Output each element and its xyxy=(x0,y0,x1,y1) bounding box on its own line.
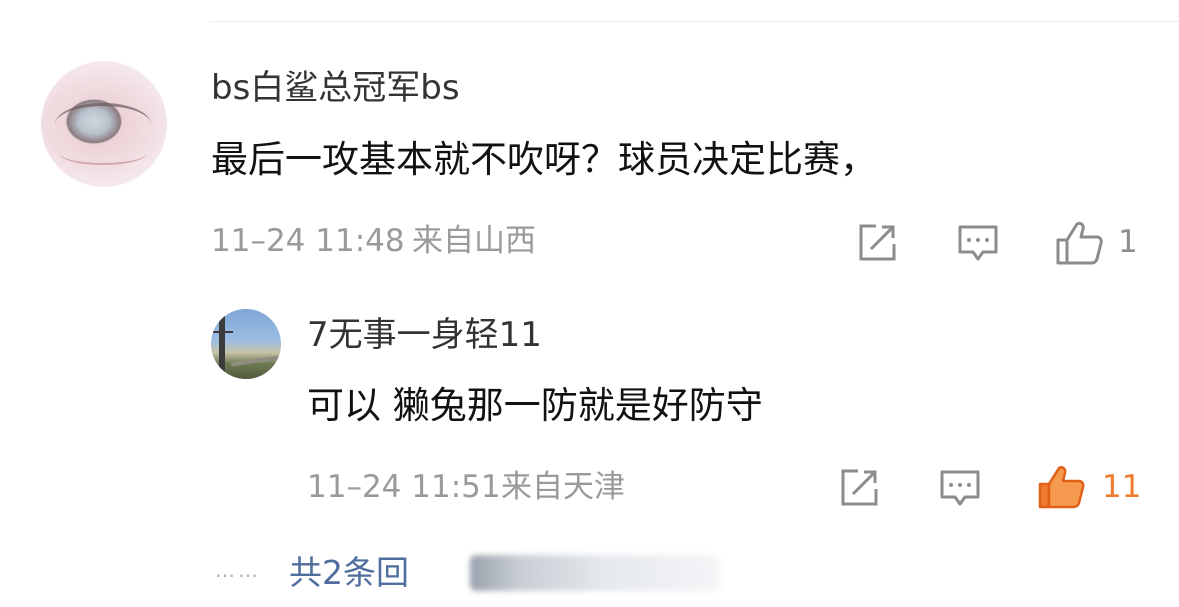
more-replies[interactable]: …… 共2条回 xyxy=(215,548,409,592)
comment-icon[interactable] xyxy=(939,469,981,509)
comment-time: 11–24 11:48 xyxy=(211,223,405,259)
avatar-eyelid xyxy=(59,141,147,165)
thumbs-up-icon[interactable] xyxy=(1037,464,1085,510)
more-replies-link[interactable]: 共2条回 xyxy=(289,546,409,594)
avatar-eyelash xyxy=(55,103,151,146)
reply-time: 11–24 11:51 xyxy=(307,469,501,505)
avatar-road xyxy=(230,355,280,367)
comment-location: 来自山西 xyxy=(412,223,536,259)
avatar-tower xyxy=(219,315,225,375)
comment-text: 最后一攻基本就不吹呀？球员决定比赛， xyxy=(211,138,877,181)
comment-icon[interactable] xyxy=(957,224,999,264)
commenter-avatar[interactable] xyxy=(41,61,167,187)
top-divider xyxy=(210,21,1179,22)
reply-like-count: 11 xyxy=(1102,469,1142,505)
avatar-tower-arm xyxy=(213,331,233,333)
reply-text: 可以 獭兔那一防就是好防守 xyxy=(307,384,763,427)
share-icon[interactable] xyxy=(856,222,898,264)
blurred-region xyxy=(470,555,720,591)
replier-avatar[interactable] xyxy=(211,309,281,379)
share-icon[interactable] xyxy=(838,467,880,509)
replier-username[interactable]: 7无事一身轻11 xyxy=(307,318,542,352)
comment-like-count: 1 xyxy=(1118,224,1138,260)
commenter-username[interactable]: bs白鲨总冠军bs xyxy=(211,71,460,105)
more-replies-dots: …… xyxy=(215,558,261,582)
thumbs-up-icon[interactable] xyxy=(1055,220,1103,266)
reply-location: 来自天津 xyxy=(501,469,625,505)
